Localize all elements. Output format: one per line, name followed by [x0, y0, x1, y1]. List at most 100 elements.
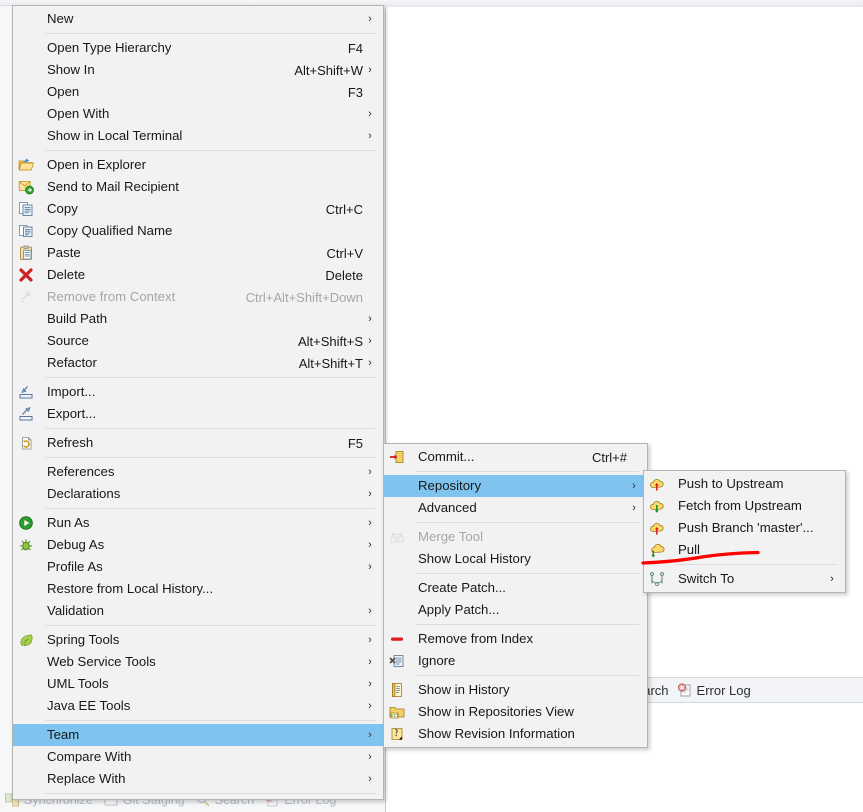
menu-item-source[interactable]: Source Alt+Shift+S › [13, 330, 383, 352]
menu-item-debug-as[interactable]: Debug As › [13, 534, 383, 556]
menu-item-merge-tool: Merge Tool› [384, 526, 647, 548]
menu-item-export[interactable]: Export...› [13, 403, 383, 425]
menu-item-apply-patch[interactable]: Apply Patch...› [384, 599, 647, 621]
menu-item-import[interactable]: Import...› [13, 381, 383, 403]
menu-item-open-with[interactable]: Open With › [13, 103, 383, 125]
menu-item-restore-from-local-history[interactable]: Restore from Local History...› [13, 578, 383, 600]
submenu-chevron-icon: › [368, 678, 372, 690]
menu-item-copy[interactable]: CopyCtrl+C› [13, 198, 383, 220]
fetch-cloud-icon [649, 498, 665, 514]
menu-item-uml-tools[interactable]: UML Tools › [13, 673, 383, 695]
menu-item-label: Refactor [47, 355, 97, 371]
submenu-chevron-icon: › [368, 539, 372, 551]
menu-item-label: Push to Upstream [678, 476, 784, 492]
menu-item-show-in-repositories-view[interactable]: GITShow in Repositories View› [384, 701, 647, 723]
menu-item-label: References [47, 464, 115, 480]
menu-separator [416, 675, 639, 676]
menu-item-label: Remove from Index [418, 631, 534, 647]
menu-item-commit[interactable]: Commit...Ctrl+#› [384, 446, 647, 468]
menu-item-declarations[interactable]: Declarations › [13, 483, 383, 505]
menu-item-refresh[interactable]: RefreshF5› [13, 432, 383, 454]
menu-item-profile-as[interactable]: Profile As › [13, 556, 383, 578]
menu-item-push-to-upstream[interactable]: Push to Upstream› [644, 473, 845, 495]
menu-item-icon-slot [13, 630, 39, 650]
submenu-chevron-icon: › [632, 502, 636, 514]
menu-item-label: Advanced [418, 500, 477, 516]
menu-item-open-in-explorer[interactable]: Open in Explorer› [13, 154, 383, 176]
menu-item-push-branch-master[interactable]: Push Branch 'master'...› [644, 517, 845, 539]
team-submenu[interactable]: Commit...Ctrl+#› Repository› Advanced › Mer… [383, 443, 648, 748]
export-icon [18, 406, 34, 422]
menu-item-icon-slot [13, 309, 39, 329]
menu-item-copy-qualified-name[interactable]: Copy Qualified Name› [13, 220, 383, 242]
menu-item-java-ee-tools[interactable]: Java EE Tools › [13, 695, 383, 717]
push-cloud-icon [649, 520, 665, 536]
menu-item-icon-slot [384, 724, 410, 744]
menu-item-delete[interactable]: DeleteDelete› [13, 264, 383, 286]
menu-item-ignore[interactable]: Ignore› [384, 650, 647, 672]
menu-item-show-in[interactable]: Show In Alt+Shift+W › [13, 59, 383, 81]
menu-item-shortcut: Alt+Shift+T [298, 355, 363, 371]
menu-item-run-as[interactable]: Run As › [13, 512, 383, 534]
menu-item-refactor[interactable]: Refactor Alt+Shift+T › [13, 352, 383, 374]
menu-item-advanced[interactable]: Advanced › [384, 497, 647, 519]
menu-item-paste[interactable]: PasteCtrl+V› [13, 242, 383, 264]
menu-separator [676, 564, 837, 565]
copy-qualified-icon [18, 223, 34, 239]
menu-item-references[interactable]: References › [13, 461, 383, 483]
submenu-chevron-icon: › [368, 700, 372, 712]
menu-item-show-revision-information[interactable]: Show Revision Information› [384, 723, 647, 745]
menu-item-team[interactable]: Team › [13, 724, 383, 746]
svg-text:GIT: GIT [391, 714, 399, 719]
menu-separator [416, 573, 639, 574]
menu-item-icon-slot [13, 769, 39, 789]
menu-separator [416, 471, 639, 472]
menu-item-replace-with[interactable]: Replace With › [13, 768, 383, 790]
menu-item-label: Java EE Tools [47, 698, 131, 714]
menu-separator [416, 624, 639, 625]
menu-item-open-type-hierarchy[interactable]: Open Type HierarchyF4› [13, 37, 383, 59]
view-tab-error-log[interactable]: Error Log [677, 682, 751, 698]
menu-item-create-patch[interactable]: Create Patch...› [384, 577, 647, 599]
menu-item-repository[interactable]: Repository › [384, 475, 647, 497]
menu-item-icon-slot [384, 680, 410, 700]
submenu-chevron-icon: › [830, 573, 834, 585]
menu-item-icon-slot [13, 177, 39, 197]
menu-item-compare-with[interactable]: Compare With › [13, 746, 383, 768]
menu-item-validation[interactable]: Validation › [13, 600, 383, 622]
project-context-menu[interactable]: New › Open Type Hierarchy F4 › Show In Alt+Shi… [12, 5, 384, 800]
menu-item-label: Merge Tool [418, 529, 483, 545]
menu-item-web-service-tools[interactable]: Web Service Tools › [13, 651, 383, 673]
menu-item-open[interactable]: OpenF3› [13, 81, 383, 103]
submenu-chevron-icon: › [368, 605, 372, 617]
menu-item-shortcut: Alt+Shift+W [294, 62, 363, 78]
menu-item-show-in-local-terminal[interactable]: Show in Local Terminal › [13, 125, 383, 147]
menu-item-new[interactable]: New › [13, 8, 383, 30]
menu-item-switch-to[interactable]: Switch To › [644, 568, 845, 590]
mail-send-icon [18, 179, 34, 195]
menu-item-remove-from-index[interactable]: Remove from Index› [384, 628, 647, 650]
delete-x-icon [18, 267, 34, 283]
menu-item-fetch-from-upstream[interactable]: Fetch from Upstream› [644, 495, 845, 517]
menu-item-icon-slot [13, 38, 39, 58]
editor-top-divider [385, 5, 863, 7]
menu-item-label: Copy Qualified Name [47, 223, 173, 239]
menu-item-icon-slot [384, 578, 410, 598]
menu-item-label: Show in Local Terminal [47, 128, 183, 144]
menu-item-icon-slot [13, 601, 39, 621]
menu-item-show-in-history[interactable]: Show in History› [384, 679, 647, 701]
menu-item-pull[interactable]: Pull› [644, 539, 845, 561]
menu-separator [45, 428, 375, 429]
menu-item-label: Show in History [418, 682, 510, 698]
menu-item-shortcut: Ctrl+V [326, 245, 363, 261]
menu-item-build-path[interactable]: Build Path › [13, 308, 383, 330]
menu-item-label: Import... [47, 384, 96, 400]
menu-item-show-local-history[interactable]: Show Local History› [384, 548, 647, 570]
menu-item-shortcut: F5 [347, 435, 363, 451]
menu-item-spring-tools[interactable]: Spring Tools › [13, 629, 383, 651]
menu-item-send-to-mail-recipient[interactable]: Send to Mail Recipient› [13, 176, 383, 198]
repository-submenu[interactable]: Push to Upstream› Fetch from Upstream› P… [643, 470, 846, 593]
submenu-chevron-icon: › [632, 480, 636, 492]
menu-item-shortcut: Ctrl+C [325, 201, 363, 217]
menu-item-icon-slot [644, 540, 670, 560]
